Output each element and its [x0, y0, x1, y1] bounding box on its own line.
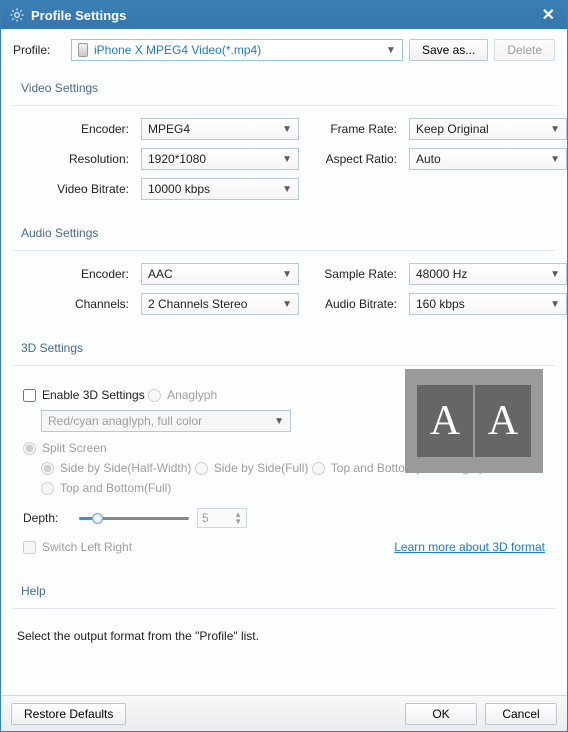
samplerate-select[interactable]: 48000 Hz▼: [409, 263, 567, 285]
samplerate-label: Sample Rate:: [309, 267, 399, 281]
split-screen-label: Split Screen: [42, 441, 107, 455]
audio-bitrate-select[interactable]: 160 kbps▼: [409, 293, 567, 315]
chevron-down-icon: ▼: [550, 154, 560, 165]
aspect-select[interactable]: Auto▼: [409, 148, 567, 170]
content-area: Profile: iPhone X MPEG4 Video(*.mp4) ▼ S…: [1, 29, 567, 695]
video-bitrate-select[interactable]: 10000 kbps▼: [141, 178, 299, 200]
audio-bitrate-label: Audio Bitrate:: [309, 297, 399, 311]
titlebar: Profile Settings ✕: [1, 1, 567, 29]
threeD-preview: A A: [405, 369, 543, 473]
help-title: Help: [21, 584, 46, 598]
restore-defaults-button[interactable]: Restore Defaults: [11, 703, 126, 725]
anaglyph-radio-input: [148, 389, 161, 402]
chevron-down-icon: ▼: [282, 269, 292, 280]
profile-value: iPhone X MPEG4 Video(*.mp4): [94, 43, 261, 57]
switch-lr-input: [23, 541, 36, 554]
device-icon: [78, 43, 88, 57]
video-section-title: Video Settings: [21, 81, 98, 95]
resolution-select[interactable]: 1920*1080▼: [141, 148, 299, 170]
profile-label: Profile:: [13, 43, 65, 57]
enable-3d-label: Enable 3D Settings: [42, 388, 145, 402]
chevron-down-icon: ▼: [282, 124, 292, 135]
depth-row: Depth: 5 ▲▼: [23, 508, 545, 528]
depth-slider[interactable]: [79, 512, 189, 524]
aspect-label: Aspect Ratio:: [309, 152, 399, 166]
gear-icon: [9, 7, 25, 23]
split-opt4: Top and Bottom(Full): [41, 481, 171, 495]
video-encoder-select[interactable]: MPEG4▼: [141, 118, 299, 140]
learn-more-link[interactable]: Learn more about 3D format: [394, 540, 545, 554]
chevron-down-icon: ▼: [550, 124, 560, 135]
help-section: Help Select the output format from the "…: [13, 578, 555, 643]
enable-3d-input[interactable]: [23, 389, 36, 402]
split-opt1: Side by Side(Half-Width): [41, 461, 191, 475]
window-title: Profile Settings: [31, 8, 126, 23]
preview-letter-left: A: [417, 385, 473, 457]
switch-left-right-checkbox: Switch Left Right: [23, 540, 132, 554]
audio-encoder-label: Encoder:: [19, 267, 131, 281]
framerate-select[interactable]: Keep Original▼: [409, 118, 567, 140]
threeD-section-title: 3D Settings: [21, 341, 83, 355]
close-icon[interactable]: ✕: [538, 5, 559, 25]
framerate-label: Frame Rate:: [309, 122, 399, 136]
chevron-down-icon: ▼: [282, 184, 292, 195]
audio-settings-grid: Encoder: AAC▼ Sample Rate: 48000 Hz▼ Cha…: [13, 263, 555, 321]
anaglyph-label: Anaglyph: [167, 388, 217, 402]
split-screen-radio: Split Screen: [23, 441, 107, 455]
footer: Restore Defaults OK Cancel: [1, 695, 567, 731]
chevron-down-icon: ▼: [274, 416, 284, 427]
slider-thumb[interactable]: [92, 513, 103, 524]
help-text: Select the output format from the "Profi…: [13, 621, 555, 643]
profile-row: Profile: iPhone X MPEG4 Video(*.mp4) ▼ S…: [13, 39, 555, 61]
split-screen-radio-input: [23, 442, 36, 455]
switch-lr-label: Switch Left Right: [42, 540, 132, 554]
anaglyph-radio: Anaglyph: [148, 388, 217, 402]
depth-label: Depth:: [23, 511, 71, 525]
profile-settings-window: Profile Settings ✕ Profile: iPhone X MPE…: [0, 0, 568, 732]
channels-label: Channels:: [19, 297, 131, 311]
video-settings-grid: Encoder: MPEG4▼ Frame Rate: Keep Origina…: [13, 118, 555, 206]
anaglyph-select: Red/cyan anaglyph, full color▼: [41, 410, 291, 432]
channels-select[interactable]: 2 Channels Stereo▼: [141, 293, 299, 315]
switch-row: Switch Left Right Learn more about 3D fo…: [23, 536, 545, 558]
save-as-button[interactable]: Save as...: [409, 39, 488, 61]
enable-3d-checkbox[interactable]: Enable 3D Settings: [23, 388, 145, 402]
profile-select[interactable]: iPhone X MPEG4 Video(*.mp4) ▼: [71, 39, 403, 61]
chevron-down-icon: ▼: [550, 269, 560, 280]
depth-spinner: 5 ▲▼: [197, 508, 247, 528]
ok-button[interactable]: OK: [405, 703, 477, 725]
video-encoder-label: Encoder:: [19, 122, 131, 136]
spinner-arrows-icon: ▲▼: [234, 511, 242, 525]
resolution-label: Resolution:: [19, 152, 131, 166]
video-bitrate-label: Video Bitrate:: [19, 182, 131, 196]
chevron-down-icon: ▼: [386, 45, 396, 56]
audio-section-title: Audio Settings: [21, 226, 98, 240]
delete-button: Delete: [494, 39, 555, 61]
chevron-down-icon: ▼: [282, 154, 292, 165]
preview-letter-right: A: [475, 385, 531, 457]
chevron-down-icon: ▼: [550, 299, 560, 310]
audio-encoder-select[interactable]: AAC▼: [141, 263, 299, 285]
chevron-down-icon: ▼: [282, 299, 292, 310]
cancel-button[interactable]: Cancel: [485, 703, 557, 725]
split-opt2: Side by Side(Full): [195, 461, 309, 475]
